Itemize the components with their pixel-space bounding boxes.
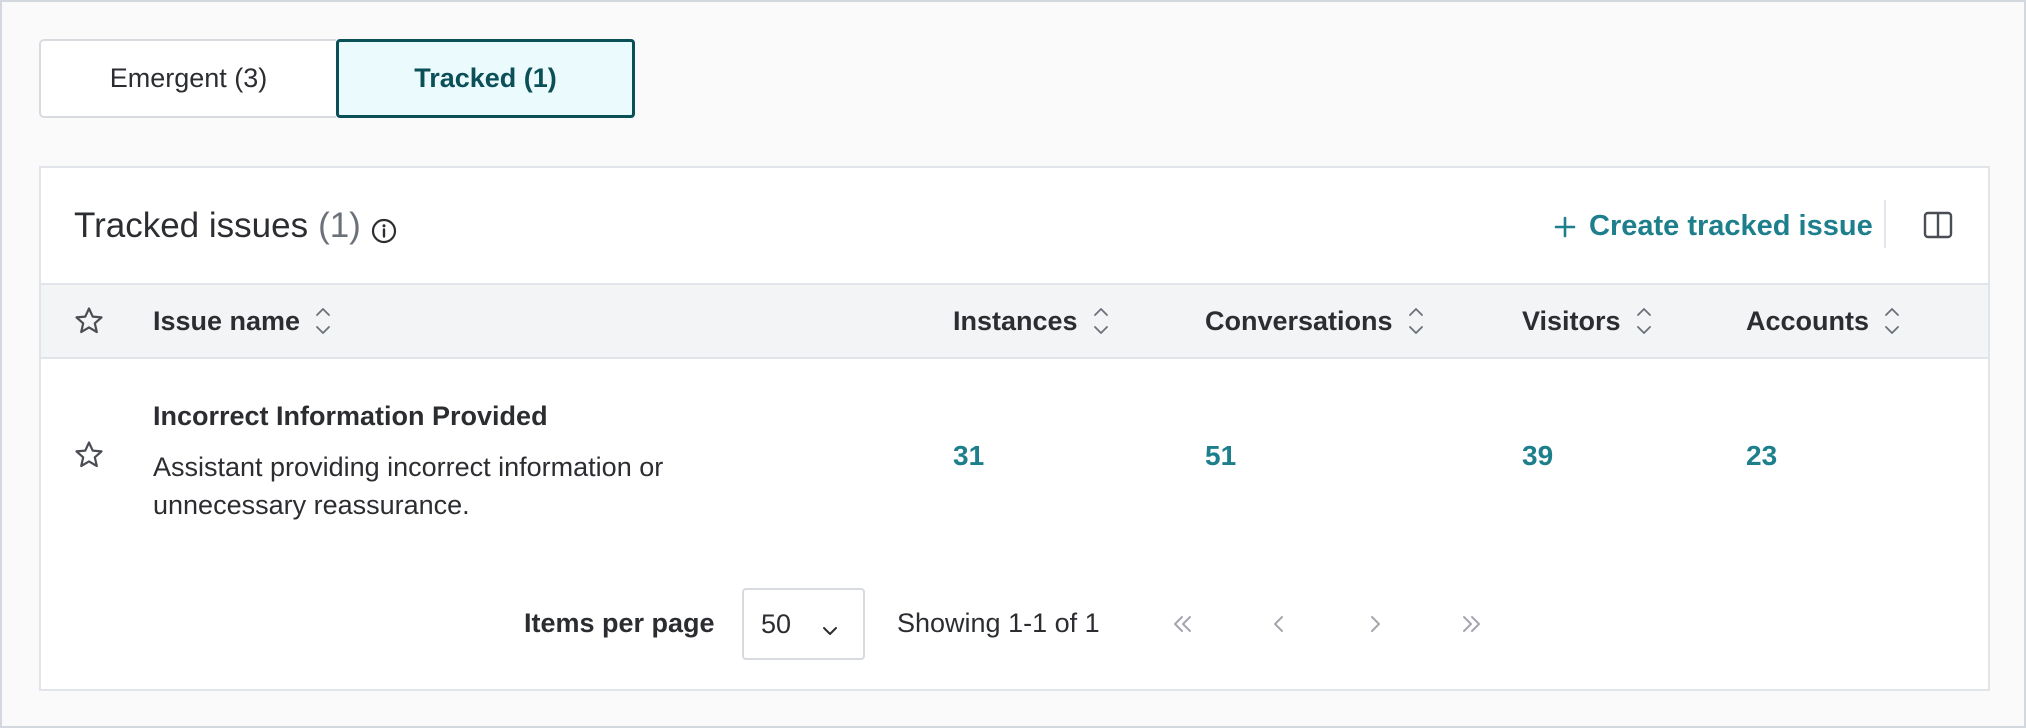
tab-tracked[interactable]: Tracked (1) xyxy=(336,39,635,118)
table-row[interactable]: Incorrect Information Provided Assistant… xyxy=(41,359,1988,555)
issue-title[interactable]: Incorrect Information Provided xyxy=(153,401,548,432)
column-header-visitors[interactable]: Visitors xyxy=(1522,285,1653,357)
sort-icon xyxy=(1883,302,1901,340)
create-tracked-issue-button[interactable]: Create tracked issue xyxy=(1553,206,1873,246)
card-title-count: (1) xyxy=(318,206,361,245)
column-label: Visitors xyxy=(1522,305,1621,336)
tracked-issues-card: Tracked issues (1) Create tracked issue … xyxy=(39,166,1990,691)
next-page-icon[interactable] xyxy=(1359,608,1391,640)
sort-icon xyxy=(1092,302,1110,340)
sort-icon xyxy=(1635,302,1653,340)
conversations-count[interactable]: 51 xyxy=(1205,440,1236,472)
first-page-icon[interactable] xyxy=(1167,608,1199,640)
column-header-instances[interactable]: Instances xyxy=(953,285,1110,357)
column-header-conversations[interactable]: Conversations xyxy=(1205,285,1425,357)
info-circle-icon[interactable] xyxy=(371,213,397,244)
header-star-icon[interactable] xyxy=(74,285,104,357)
column-label: Instances xyxy=(953,305,1078,336)
sort-icon xyxy=(1407,302,1425,340)
column-header-accounts[interactable]: Accounts xyxy=(1746,285,1901,357)
items-per-page-select[interactable]: 50 xyxy=(742,588,865,660)
column-header-issue-name[interactable]: Issue name xyxy=(153,285,332,357)
previous-page-icon[interactable] xyxy=(1263,608,1295,640)
items-per-page-value: 50 xyxy=(761,608,792,639)
column-label: Issue name xyxy=(153,305,301,336)
sort-icon xyxy=(314,302,332,340)
app-frame: Emergent (3) Tracked (1) Tracked issues … xyxy=(0,0,2026,728)
chevron-down-icon xyxy=(821,616,839,635)
last-page-icon[interactable] xyxy=(1455,608,1487,640)
column-label: Conversations xyxy=(1205,305,1393,336)
showing-range: Showing 1-1 of 1 xyxy=(897,608,1100,638)
card-header: Tracked issues (1) Create tracked issue xyxy=(41,168,1988,283)
pagination: Items per page 50 Showing 1-1 of 1 xyxy=(41,588,1988,660)
visitors-count[interactable]: 39 xyxy=(1522,440,1553,472)
header-divider xyxy=(1884,200,1886,248)
table-header: Issue name Instances Conversations Visit… xyxy=(41,283,1988,359)
card-title: Tracked issues (1) xyxy=(74,206,397,246)
items-per-page-label: Items per page xyxy=(524,608,715,638)
column-label: Accounts xyxy=(1746,305,1870,336)
card-title-text: Tracked issues xyxy=(74,206,309,245)
plus-icon xyxy=(1553,214,1577,238)
create-tracked-issue-label: Create tracked issue xyxy=(1589,209,1873,242)
instances-count[interactable]: 31 xyxy=(953,440,984,472)
split-panel-icon[interactable] xyxy=(1923,210,1953,240)
issue-tabs: Emergent (3) Tracked (1) xyxy=(39,39,635,118)
star-icon[interactable] xyxy=(74,440,104,475)
tab-emergent[interactable]: Emergent (3) xyxy=(39,39,336,118)
issue-description: Assistant providing incorrect informatio… xyxy=(153,452,664,520)
accounts-count[interactable]: 23 xyxy=(1746,440,1777,472)
